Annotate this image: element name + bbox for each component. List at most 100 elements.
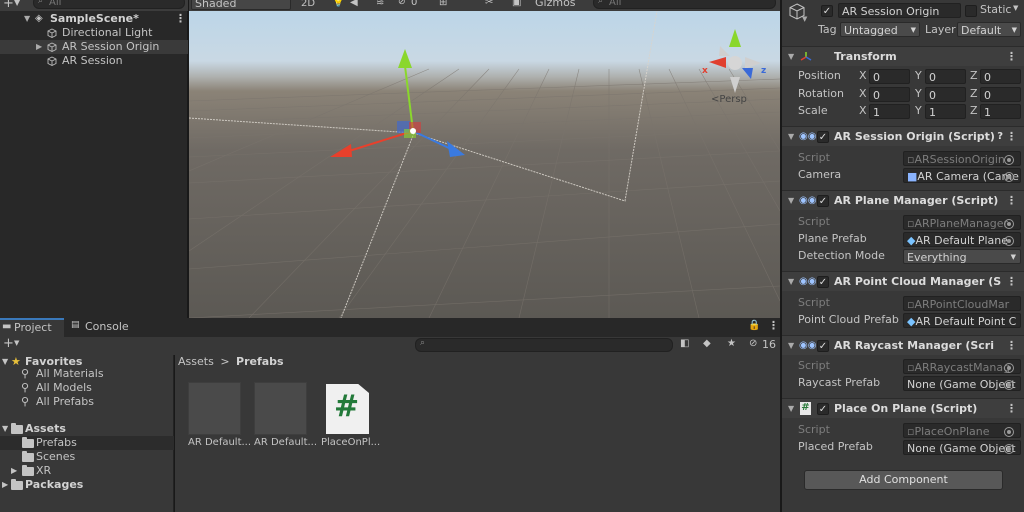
tools-icon[interactable]: ✂	[485, 0, 493, 8]
foldout-arrow-icon[interactable]: ▼	[788, 47, 794, 67]
scale-z-field[interactable]: 1	[980, 104, 1021, 119]
component-header-ar-raycast-manager[interactable]: ▼ ◉◉ ✓ AR Raycast Manager (Scri ⋮	[782, 335, 1024, 355]
rotation-z-field[interactable]: 0	[980, 87, 1021, 102]
component-header-ar-point-cloud-manager[interactable]: ▼ ◉◉ ✓ AR Point Cloud Manager (S ⋮	[782, 271, 1024, 291]
hierarchy-item-ar-session[interactable]: AR Session	[0, 54, 188, 68]
orientation-gizmo[interactable]	[709, 29, 761, 93]
component-enabled-checkbox[interactable]: ✓	[817, 340, 829, 352]
hierarchy-search-input[interactable]: ⌕ All	[33, 0, 185, 9]
layer-dropdown[interactable]: Default ▼	[957, 22, 1021, 37]
component-enabled-checkbox[interactable]: ✓	[817, 131, 829, 143]
lock-icon[interactable]: 🔒	[748, 320, 760, 331]
component-enabled-checkbox[interactable]: ✓	[817, 403, 829, 415]
foldout-arrow-icon[interactable]: ▼	[788, 191, 794, 211]
lighting-toggle-icon[interactable]: 💡	[332, 0, 344, 8]
project-search-input[interactable]: ⌕	[415, 338, 673, 352]
object-picker-icon[interactable]	[1004, 172, 1014, 182]
component-menu-icon[interactable]: ⋮	[1006, 191, 1017, 211]
assets-folder[interactable]: ▼ Assets	[0, 422, 174, 436]
camera-icon[interactable]: ▣	[512, 0, 521, 8]
asset-thumbnail-prefab[interactable]	[188, 382, 241, 435]
favorite-star-icon[interactable]: ★	[727, 338, 736, 349]
expand-arrow-icon[interactable]: ▶	[11, 464, 17, 478]
point-cloud-prefab-field[interactable]: ◆AR Default Point C	[903, 313, 1021, 328]
dropdown-arrow-icon[interactable]: ▼	[14, 0, 20, 7]
component-menu-icon[interactable]: ⋮	[1006, 47, 1017, 67]
folder-item-prefabs[interactable]: Prefabs	[0, 436, 174, 450]
static-checkbox[interactable]	[965, 5, 977, 17]
foldout-arrow-icon[interactable]: ▼	[788, 336, 794, 356]
object-picker-icon[interactable]	[1004, 444, 1014, 454]
effects-toggle-icon[interactable]: ≋	[376, 0, 384, 8]
breadcrumb-assets[interactable]: Assets	[178, 355, 214, 368]
expand-arrow-icon[interactable]: ▼	[2, 422, 8, 436]
hidden-packages-icon[interactable]: ⊘	[749, 338, 757, 349]
expand-arrow-icon[interactable]: ▶	[2, 478, 8, 492]
shading-mode-dropdown[interactable]: Shaded	[191, 0, 291, 10]
detection-mode-dropdown[interactable]: Everything ▼	[903, 249, 1021, 264]
rotation-x-field[interactable]: 0	[869, 87, 910, 102]
snap-icon[interactable]: ⊞	[439, 0, 447, 8]
scale-y-field[interactable]: 1	[925, 104, 966, 119]
foldout-arrow-icon[interactable]: ▼	[788, 399, 794, 419]
breadcrumb-prefabs[interactable]: Prefabs	[236, 355, 284, 368]
hierarchy-item-ar-session-origin[interactable]: ▶ AR Session Origin	[0, 40, 188, 54]
tag-dropdown[interactable]: Untagged ▼	[840, 22, 920, 37]
active-checkbox[interactable]: ✓	[821, 5, 833, 17]
camera-field[interactable]: ■AR Camera (Came	[903, 168, 1021, 183]
rotation-y-field[interactable]: 0	[925, 87, 966, 102]
static-dropdown-arrow-icon[interactable]: ▼	[1013, 4, 1018, 12]
position-x-field[interactable]: 0	[869, 69, 910, 84]
audio-toggle-icon[interactable]: ◀	[350, 0, 358, 8]
component-header-ar-session-origin[interactable]: ▼ ◉◉ ✓ AR Session Origin (Script) ? ⋮	[782, 126, 1024, 146]
help-icon[interactable]: ?	[997, 127, 1003, 147]
component-header-ar-plane-manager[interactable]: ▼ ◉◉ ✓ AR Plane Manager (Script) ⋮	[782, 190, 1024, 210]
scale-x-field[interactable]: 1	[869, 104, 910, 119]
favorite-item[interactable]: ⚲ All Prefabs	[0, 395, 174, 409]
search-by-label-icon[interactable]: ◆	[703, 338, 711, 349]
hierarchy-item-directional-light[interactable]: Directional Light	[0, 26, 188, 40]
position-y-field[interactable]: 0	[925, 69, 966, 84]
placed-prefab-field[interactable]: None (Game Object	[903, 440, 1021, 455]
tab-project[interactable]: ▬ Project	[0, 318, 64, 337]
component-menu-icon[interactable]: ⋮	[1006, 127, 1017, 147]
component-menu-icon[interactable]: ⋮	[1006, 399, 1017, 419]
scene-menu-icon[interactable]: ⋮	[175, 12, 186, 26]
tab-console[interactable]: ▤ Console	[66, 318, 136, 337]
search-by-type-icon[interactable]: ◧	[680, 338, 689, 349]
component-enabled-checkbox[interactable]: ✓	[817, 276, 829, 288]
scene-row[interactable]: ▼ ◈ SampleScene* ⋮	[0, 12, 188, 26]
object-name-field[interactable]: AR Session Origin	[838, 3, 961, 18]
add-component-button[interactable]: Add Component	[804, 470, 1003, 490]
asset-thumbnail-prefab[interactable]	[254, 382, 307, 435]
persp-toggle[interactable]: <Persp	[711, 94, 747, 105]
packages-folder[interactable]: ▶ Packages	[0, 478, 174, 492]
add-icon[interactable]: +	[3, 0, 14, 11]
raycast-prefab-field[interactable]: None (Game Object	[903, 376, 1021, 391]
panel-menu-icon[interactable]: ⋮	[768, 319, 779, 332]
transform-header[interactable]: ▼ Transform ⋮	[782, 46, 1024, 66]
2d-toggle[interactable]: 2D	[301, 0, 315, 9]
create-dropdown-icon[interactable]: ▼	[14, 339, 19, 347]
expand-arrow-icon[interactable]: ▼	[24, 12, 30, 26]
favorite-item[interactable]: ⚲ All Models	[0, 381, 174, 395]
component-menu-icon[interactable]: ⋮	[1006, 336, 1017, 356]
component-enabled-checkbox[interactable]: ✓	[817, 195, 829, 207]
scene-view[interactable]: x z <Persp	[189, 11, 780, 318]
position-z-field[interactable]: 0	[980, 69, 1021, 84]
scene-search-input[interactable]: ⌕ All	[593, 0, 776, 9]
icon-dropdown-arrow-icon[interactable]: ▼	[802, 15, 807, 23]
create-icon[interactable]: +	[3, 336, 14, 351]
folder-item-scenes[interactable]: Scenes	[0, 450, 174, 464]
foldout-arrow-icon[interactable]: ▼	[788, 272, 794, 292]
csharp-script-asset[interactable]: #	[326, 384, 369, 434]
foldout-arrow-icon[interactable]: ▼	[788, 127, 794, 147]
favorite-item[interactable]: ⚲ All Materials	[0, 367, 174, 381]
object-picker-icon[interactable]	[1004, 236, 1014, 246]
folder-item-xr[interactable]: ▶ XR	[0, 464, 174, 478]
gizmos-dropdown[interactable]: Gizmos	[533, 0, 578, 10]
component-menu-icon[interactable]: ⋮	[1006, 272, 1017, 292]
expand-arrow-icon[interactable]: ▶	[36, 40, 42, 54]
object-picker-icon[interactable]	[1004, 380, 1014, 390]
plane-prefab-field[interactable]: ◆AR Default Plane	[903, 232, 1021, 247]
